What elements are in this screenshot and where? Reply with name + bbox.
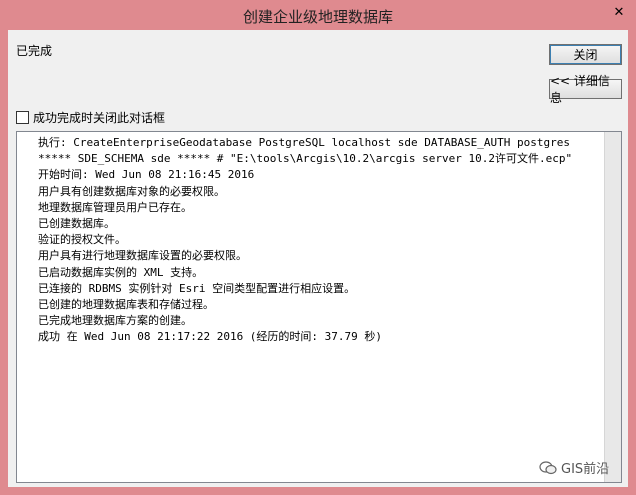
log-line: 执行: CreateEnterpriseGeodatabase PostgreS…	[38, 136, 570, 149]
log-line: 地理数据库管理员用户已存在。	[38, 200, 192, 214]
vertical-scrollbar[interactable]	[604, 132, 621, 482]
wechat-icon	[539, 460, 557, 474]
log-line: 开始时间: Wed Jun 08 21:16:45 2016	[38, 168, 255, 182]
log-line: 用户具有创建数据库对象的必要权限。	[38, 184, 225, 198]
log-line: 用户具有进行地理数据库设置的必要权限。	[38, 249, 247, 263]
close-on-success-checkbox[interactable]	[16, 111, 29, 124]
close-button[interactable]: 关闭	[549, 44, 622, 65]
close-on-success-label: 成功完成时关闭此对话框	[33, 111, 166, 125]
window-title: 创建企业级地理数据库	[242, 8, 393, 26]
watermark-text: GIS前沿	[561, 462, 610, 477]
window-close-icon[interactable]: ✕	[608, 2, 630, 22]
log-line: 已完成地理数据库方案的创建。	[38, 314, 192, 328]
log-line: 已创建数据库。	[38, 217, 115, 231]
log-line: 成功 在 Wed Jun 08 21:17:22 2016 (经历的时间: 37…	[38, 330, 383, 344]
message-log-content: 执行: CreateEnterpriseGeodatabase PostgreS…	[17, 132, 604, 482]
log-line: 已连接的 RDBMS 实例针对 Esri 空间类型配置进行相应设置。	[38, 281, 356, 295]
log-line: ***** SDE_SCHEMA sde ***** # "E:\tools\A…	[38, 152, 573, 166]
watermark: GIS前沿	[539, 458, 609, 477]
dialog-window: 创建企业级地理数据库 ✕ 已完成 关闭 << 详细信息 成功完成时关闭此对话框 …	[0, 0, 636, 495]
close-on-success-option[interactable]: 成功完成时关闭此对话框	[16, 109, 165, 126]
details-button[interactable]: << 详细信息	[549, 74, 622, 105]
log-line: 已启动数据库实例的 XML 支持。	[38, 265, 204, 279]
log-line: 已创建的地理数据库表和存储过程。	[38, 298, 214, 312]
dialog-client-area: 已完成 关闭 << 详细信息 成功完成时关闭此对话框 执行: CreateEnt…	[8, 30, 628, 487]
log-line: 验证的授权文件。	[38, 233, 126, 247]
status-text: 已完成	[16, 44, 53, 58]
title-bar[interactable]: 创建企业级地理数据库 ✕	[0, 0, 636, 30]
message-log[interactable]: 执行: CreateEnterpriseGeodatabase PostgreS…	[16, 131, 622, 483]
